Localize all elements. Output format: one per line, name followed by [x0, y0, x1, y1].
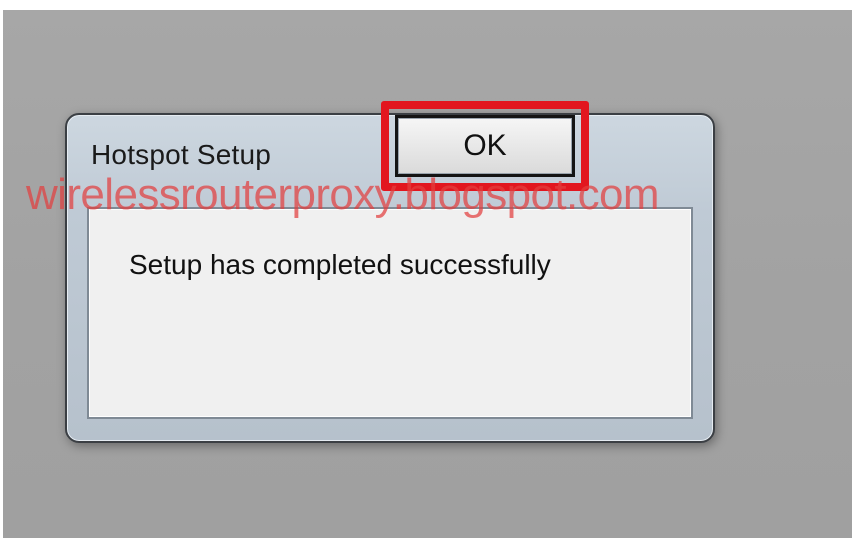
dialog-message: Setup has completed successfully — [129, 249, 551, 280]
dialog-title: Hotspot Setup — [91, 139, 272, 170]
ok-button[interactable]: OK — [395, 115, 575, 177]
dialog-content: Setup has completed successfully — [87, 207, 693, 419]
